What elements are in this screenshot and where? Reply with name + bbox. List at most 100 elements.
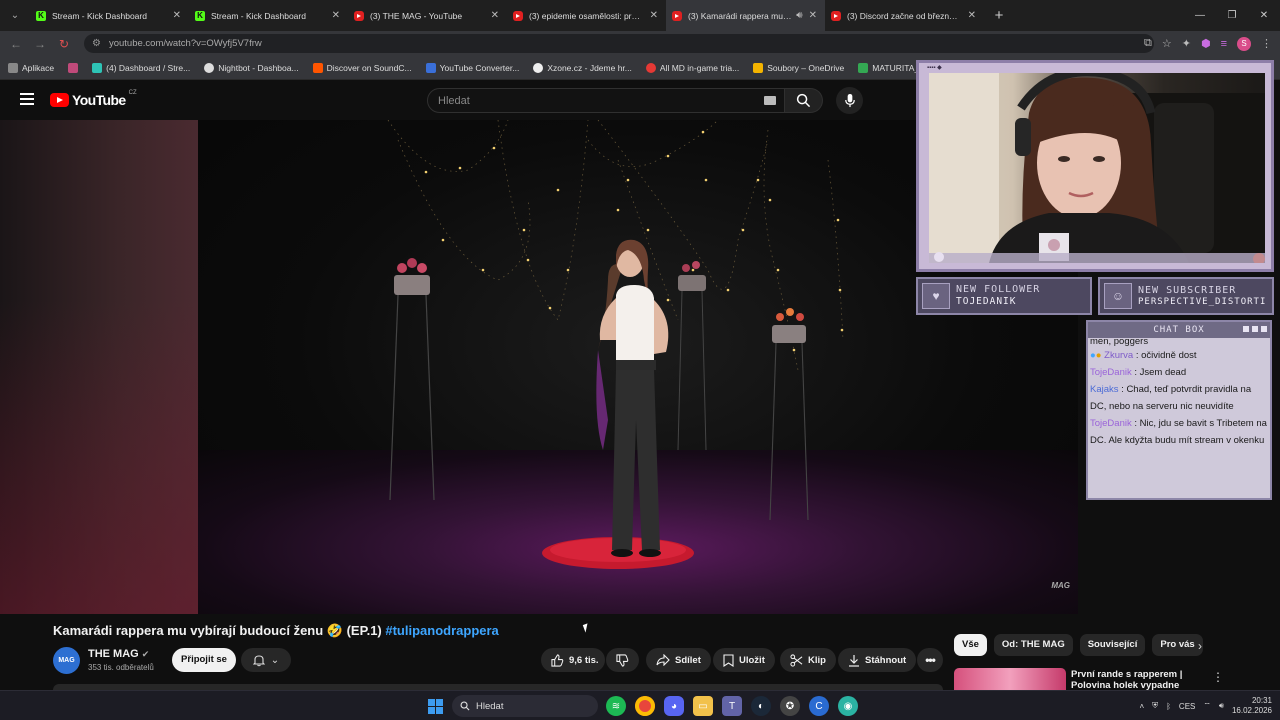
media-icon[interactable]: ≡ bbox=[1221, 38, 1227, 50]
wifi-icon[interactable]: ⌔ bbox=[1203, 701, 1211, 711]
apps-grid-icon bbox=[8, 62, 18, 73]
browser-app-icon[interactable]: ◉ bbox=[838, 696, 858, 716]
url-field[interactable]: ⚙ youtube.com/watch?v=OWyfj5V7frw bbox=[84, 34, 1154, 53]
minimize-icon[interactable]: — bbox=[1184, 0, 1216, 31]
voice-search-button[interactable] bbox=[836, 87, 863, 114]
bookmark-item[interactable]: Xzone.cz - Jdeme hr... bbox=[533, 62, 632, 73]
language-indicator[interactable]: CES bbox=[1179, 702, 1195, 711]
browser-tab[interactable]: K Stream - Kick Dashboard ✕ bbox=[30, 0, 189, 31]
join-button[interactable]: Připojit se bbox=[172, 648, 236, 672]
speaker-icon[interactable]: 🔊︎ bbox=[796, 10, 802, 21]
back-icon[interactable]: ← bbox=[4, 37, 28, 51]
reload-icon[interactable]: ↻ bbox=[52, 37, 76, 51]
bookmark-item[interactable]: Discover on SoundC... bbox=[312, 62, 412, 73]
download-button[interactable]: Stáhnout bbox=[838, 648, 917, 672]
chevron-up-icon[interactable]: ˄ bbox=[1139, 702, 1144, 711]
browser-tab[interactable]: (3) Discord začne od března ov ✕ bbox=[825, 0, 984, 31]
youtube-icon bbox=[831, 10, 841, 21]
chip-all[interactable]: Vše bbox=[954, 634, 987, 656]
save-button[interactable]: Uložit bbox=[713, 648, 775, 672]
video-hashtag-link[interactable]: #tulipanodrappera bbox=[385, 623, 498, 638]
recommendation-thumbnail[interactable] bbox=[954, 668, 1066, 690]
ccleaner-icon[interactable]: C bbox=[809, 696, 829, 716]
bookmark-label: Aplikace bbox=[22, 62, 55, 73]
site-info-icon[interactable]: ⚙ bbox=[92, 38, 101, 49]
chip-for-you[interactable]: Pro vás bbox=[1152, 634, 1203, 656]
chrome-icon[interactable] bbox=[635, 696, 655, 716]
search-input[interactable]: Hledat bbox=[427, 88, 785, 113]
save-label: Uložit bbox=[739, 654, 765, 666]
cast-icon[interactable]: ⧉ bbox=[1144, 37, 1152, 50]
browser-tab[interactable]: (3) epidemie osamělosti: proč s ✕ bbox=[507, 0, 666, 31]
bookmark-icon-only[interactable] bbox=[68, 62, 79, 73]
bookmark-item[interactable]: All MD in-game tria... bbox=[645, 62, 739, 73]
bluetooth-icon[interactable]: ᛒ bbox=[1166, 702, 1171, 711]
bookmark-item[interactable]: (4) Dashboard / Stre... bbox=[92, 62, 190, 73]
like-button[interactable]: 9,6 tis. bbox=[541, 648, 605, 672]
close-tab-icon[interactable]: ✕ bbox=[968, 10, 976, 21]
close-tab-icon[interactable]: ✕ bbox=[650, 10, 658, 21]
security-icon[interactable]: ⛨ bbox=[1152, 701, 1158, 711]
windows-start-icon[interactable] bbox=[428, 699, 443, 714]
youtube-logo[interactable]: YouTube CZ bbox=[50, 90, 137, 108]
heart-icon: ♥ bbox=[922, 283, 950, 309]
spotify-icon[interactable]: ≋ bbox=[606, 696, 626, 716]
onedrive-icon bbox=[753, 62, 764, 73]
tab-title: Stream - Kick Dashboard bbox=[211, 10, 306, 21]
app-icon[interactable]: ✪ bbox=[780, 696, 800, 716]
clip-button[interactable]: Klip bbox=[780, 648, 836, 672]
keyboard-icon[interactable] bbox=[764, 96, 776, 105]
video-title-text: Kamarádi rappera mu vybírají budoucí žen… bbox=[53, 623, 386, 638]
channel-avatar[interactable]: MAG bbox=[53, 647, 80, 674]
nightbot-icon bbox=[204, 62, 215, 73]
download-label: Stáhnout bbox=[865, 654, 907, 666]
close-tab-icon[interactable]: ✕ bbox=[332, 10, 340, 21]
dislike-button[interactable] bbox=[606, 648, 639, 672]
close-tab-icon[interactable]: ✕ bbox=[809, 10, 817, 21]
forward-icon[interactable]: → bbox=[28, 37, 52, 51]
clock-date: 16.02.2026 bbox=[1231, 706, 1272, 715]
browser-menu-icon[interactable]: ⋮ bbox=[1261, 37, 1272, 50]
channel-name[interactable]: THE MAG ✔ bbox=[88, 648, 149, 660]
browser-tab[interactable]: K Stream - Kick Dashboard ✕ bbox=[189, 0, 348, 31]
browser-tab-active[interactable]: (3) Kamarádi rappera mu vy 🔊︎ ✕ bbox=[666, 0, 825, 31]
close-tab-icon[interactable]: ✕ bbox=[173, 10, 181, 21]
more-actions-button[interactable]: ••• bbox=[917, 648, 943, 672]
tab-title: Stream - Kick Dashboard bbox=[52, 10, 147, 21]
profile-avatar[interactable]: S bbox=[1237, 36, 1251, 51]
bookmark-apps[interactable]: Aplikace bbox=[8, 62, 55, 73]
share-button[interactable]: Sdílet bbox=[646, 648, 711, 672]
chip-related[interactable]: Související bbox=[1079, 634, 1146, 656]
maximize-icon[interactable]: ❐ bbox=[1216, 0, 1248, 31]
tab-search-icon[interactable]: ⌄ bbox=[0, 0, 30, 31]
search-icon bbox=[796, 93, 811, 108]
webcam-feed bbox=[929, 73, 1265, 263]
bookmark-item[interactable]: Soubory – OneDrive bbox=[753, 62, 844, 73]
steam-icon[interactable]: ◐ bbox=[751, 696, 771, 716]
chat-box: CHAT BOX men, poggers ●● Zkurva : očivid… bbox=[1086, 320, 1272, 500]
new-tab-button[interactable]: + bbox=[984, 7, 1014, 24]
recommendation-title[interactable]: První rande s rapperem | Polovina holek … bbox=[1071, 669, 1199, 690]
bookmark-label: Discover on SoundC... bbox=[326, 62, 412, 73]
chevron-right-icon[interactable]: › bbox=[1198, 639, 1202, 653]
notifications-button[interactable]: ⌄ bbox=[241, 648, 291, 672]
clock[interactable]: 20:31 16.02.2026 bbox=[1232, 696, 1272, 716]
search-button[interactable] bbox=[785, 88, 823, 113]
bookmark-star-icon[interactable]: ☆ bbox=[1162, 37, 1172, 50]
chip-from-channel[interactable]: Od: THE MAG bbox=[993, 634, 1073, 656]
extension-icon[interactable]: ✦ bbox=[1182, 37, 1191, 50]
bookmark-item[interactable]: Nightbot - Dashboa... bbox=[204, 62, 299, 73]
bookmark-item[interactable]: YouTube Converter... bbox=[425, 62, 519, 73]
file-explorer-icon[interactable]: ▭ bbox=[693, 696, 713, 716]
volume-icon[interactable]: 🔊︎ bbox=[1219, 701, 1224, 711]
extensions-puzzle-icon[interactable]: ⬢ bbox=[1201, 37, 1211, 50]
more-vertical-icon[interactable]: ⋮ bbox=[1212, 670, 1224, 684]
browser-tab[interactable]: (3) THE MAG - YouTube ✕ bbox=[348, 0, 507, 31]
taskbar-search-input[interactable]: Hledat bbox=[452, 695, 598, 717]
close-window-icon[interactable]: ✕ bbox=[1248, 0, 1280, 31]
chat-text: očividně dost bbox=[1141, 350, 1197, 361]
close-tab-icon[interactable]: ✕ bbox=[491, 10, 499, 21]
teams-icon[interactable]: T bbox=[722, 696, 742, 716]
discord-icon[interactable]: ◕ bbox=[664, 696, 684, 716]
menu-icon[interactable] bbox=[20, 93, 34, 105]
